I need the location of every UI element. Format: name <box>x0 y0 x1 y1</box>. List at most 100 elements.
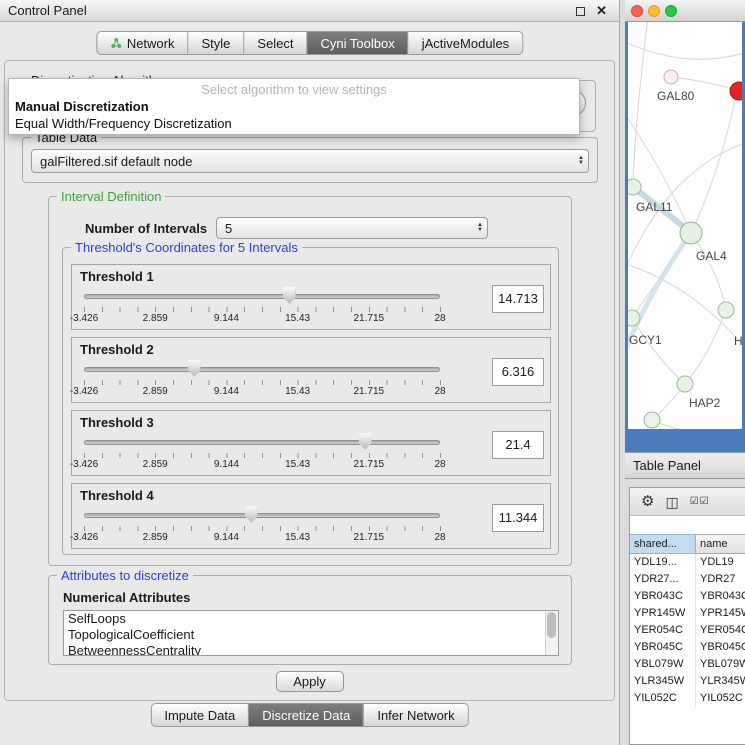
popup-option-equal-width[interactable]: Equal Width/Frequency Discretization <box>9 115 579 132</box>
tab-label: Cyni Toolbox <box>321 36 395 51</box>
scale-label: 28 <box>434 532 445 543</box>
tab-discretize-data[interactable]: Discretize Data <box>249 703 364 727</box>
scale-label: -3.426 <box>70 313 98 324</box>
slider-scale: -3.426 2.859 9.144 15.43 21.715 28 <box>84 459 440 471</box>
table-row[interactable]: YBR043CYBR043C <box>630 588 745 605</box>
cell[interactable]: YDR27 <box>696 571 745 588</box>
tab-cyni-toolbox[interactable]: Cyni Toolbox <box>308 31 409 55</box>
zoom-button[interactable] <box>665 5 677 17</box>
slider-thumb[interactable] <box>188 360 201 377</box>
slider-thumb[interactable] <box>283 287 296 304</box>
scale-label: 28 <box>434 459 445 470</box>
list-item[interactable]: BetweennessCentrality <box>64 643 558 656</box>
group-label: Attributes to discretize <box>57 568 193 583</box>
cell[interactable]: YBL079W <box>696 656 745 673</box>
tab-label: jActiveModules <box>422 36 509 51</box>
float-window-icon[interactable] <box>576 7 585 16</box>
scale-label: 21.715 <box>354 313 385 324</box>
thresholds-group: Threshold's Coordinates for 5 Intervals … <box>62 247 559 555</box>
tab-label: Select <box>257 36 293 51</box>
table-data-combobox[interactable]: galFiltered.sif default node ▲ ▼ <box>31 149 589 173</box>
cell[interactable]: YLR345W <box>696 673 745 690</box>
close-icon[interactable]: ✕ <box>596 2 607 20</box>
tab-label: Infer Network <box>377 708 454 723</box>
slider-ticks <box>84 380 441 385</box>
table-row[interactable]: YIL052CYIL052C <box>630 690 745 707</box>
cell[interactable]: YPR145W <box>630 605 696 622</box>
cell[interactable]: YLR345W <box>630 673 696 690</box>
columns-icon[interactable]: ◫ <box>665 495 678 509</box>
popup-placeholder: Select algorithm to view settings <box>9 81 579 98</box>
cyni-bottom-tabs: Impute Data Discretize Data Infer Networ… <box>150 703 468 727</box>
tab-label: Style <box>202 36 231 51</box>
tab-network[interactable]: Network <box>96 31 189 55</box>
cell[interactable]: YIL052C <box>630 690 696 707</box>
threshold-1-value-field[interactable]: 14.713 <box>492 285 544 313</box>
apply-button[interactable]: Apply <box>276 671 344 692</box>
cell[interactable]: YBR043C <box>630 588 696 605</box>
gear-icon[interactable]: ⚙ <box>641 494 654 509</box>
tab-style[interactable]: Style <box>189 31 245 55</box>
threshold-3-slider[interactable] <box>84 433 440 451</box>
node-selected-red <box>730 82 742 100</box>
cell[interactable]: YBL079W <box>630 656 696 673</box>
close-button[interactable] <box>631 5 643 17</box>
list-item[interactable]: TopologicalCoefficient <box>64 627 558 643</box>
minimize-button[interactable] <box>648 5 660 17</box>
table-row[interactable]: YER054CYER054C <box>630 622 745 639</box>
node-gal11 <box>628 179 641 195</box>
threshold-2-slider[interactable] <box>84 360 440 378</box>
tab-infer-network[interactable]: Infer Network <box>364 703 468 727</box>
scrollbar-thumb[interactable] <box>547 612 556 638</box>
node-table-window: ⚙ ◫ ☑☑ shared... name YDL19...YDL19 YDR2… <box>629 487 745 745</box>
cell[interactable]: YER054C <box>696 622 745 639</box>
cell[interactable]: YDL19... <box>630 554 696 571</box>
cell[interactable]: YBR043C <box>696 588 745 605</box>
scale-label: 21.715 <box>354 459 385 470</box>
scrollbar[interactable] <box>545 611 558 655</box>
slider-thumb[interactable] <box>359 433 372 450</box>
tab-jactivemodules[interactable]: jActiveModules <box>409 31 523 55</box>
select-rows-icon[interactable]: ☑☑ <box>690 496 710 507</box>
threshold-3-value-field[interactable]: 21.4 <box>492 431 544 459</box>
threshold-1-slider[interactable] <box>84 287 440 305</box>
tab-select[interactable]: Select <box>244 31 307 55</box>
table-row[interactable]: YDR27...YDR27 <box>630 571 745 588</box>
table-row[interactable]: YLR345WYLR345W <box>630 673 745 690</box>
column-header-shared-name[interactable]: shared... <box>630 534 696 554</box>
cell[interactable]: YBR045C <box>630 639 696 656</box>
tab-impute-data[interactable]: Impute Data <box>150 703 249 727</box>
cell[interactable]: YER054C <box>630 622 696 639</box>
number-of-intervals-combobox[interactable]: 5 ▲ ▼ <box>216 217 488 239</box>
attributes-group: Attributes to discretize Numerical Attri… <box>48 575 572 665</box>
combobox-value: galFiltered.sif default node <box>40 150 192 172</box>
network-view-window: GAL80 GAL11 GAL4 GCY1 HAP2 H <box>625 0 745 452</box>
slider-thumb[interactable] <box>245 506 258 523</box>
column-header-name[interactable]: name <box>696 534 745 554</box>
threshold-4-slider[interactable] <box>84 506 440 524</box>
table-panel-title: Table Panel <box>633 453 745 478</box>
attributes-list[interactable]: SelfLoops TopologicalCoefficient Between… <box>63 610 559 656</box>
network-canvas[interactable]: GAL80 GAL11 GAL4 GCY1 HAP2 H <box>628 22 742 429</box>
control-panel-titlebar: Control Panel ✕ <box>0 0 619 22</box>
scale-label: 2.859 <box>143 459 168 470</box>
table-row[interactable]: YBR045CYBR045C <box>630 639 745 656</box>
table-row[interactable]: YPR145WYPR145W <box>630 605 745 622</box>
threshold-4-value-field[interactable]: 11.344 <box>492 504 544 532</box>
cell[interactable]: YBR045C <box>696 639 745 656</box>
popup-option-manual-discretization[interactable]: Manual Discretization <box>9 98 579 115</box>
tab-label: Impute Data <box>164 708 235 723</box>
cell[interactable]: YIL052C <box>696 690 745 707</box>
table-row[interactable]: YBL079WYBL079W <box>630 656 745 673</box>
cell[interactable]: YDL19 <box>696 554 745 571</box>
scale-label: -3.426 <box>70 386 98 397</box>
cell[interactable]: YDR27... <box>630 571 696 588</box>
group-label: Threshold's Coordinates for 5 Intervals <box>71 240 302 255</box>
network-window-titlebar <box>625 0 745 22</box>
table-panel-header[interactable]: Table Panel <box>625 452 745 479</box>
threshold-2-value-field[interactable]: 6.316 <box>492 358 544 386</box>
cell[interactable]: YPR145W <box>696 605 745 622</box>
table-toolbar: ⚙ ◫ ☑☑ <box>630 488 745 516</box>
table-row[interactable]: YDL19...YDL19 <box>630 554 745 571</box>
list-item[interactable]: SelfLoops <box>64 611 558 627</box>
